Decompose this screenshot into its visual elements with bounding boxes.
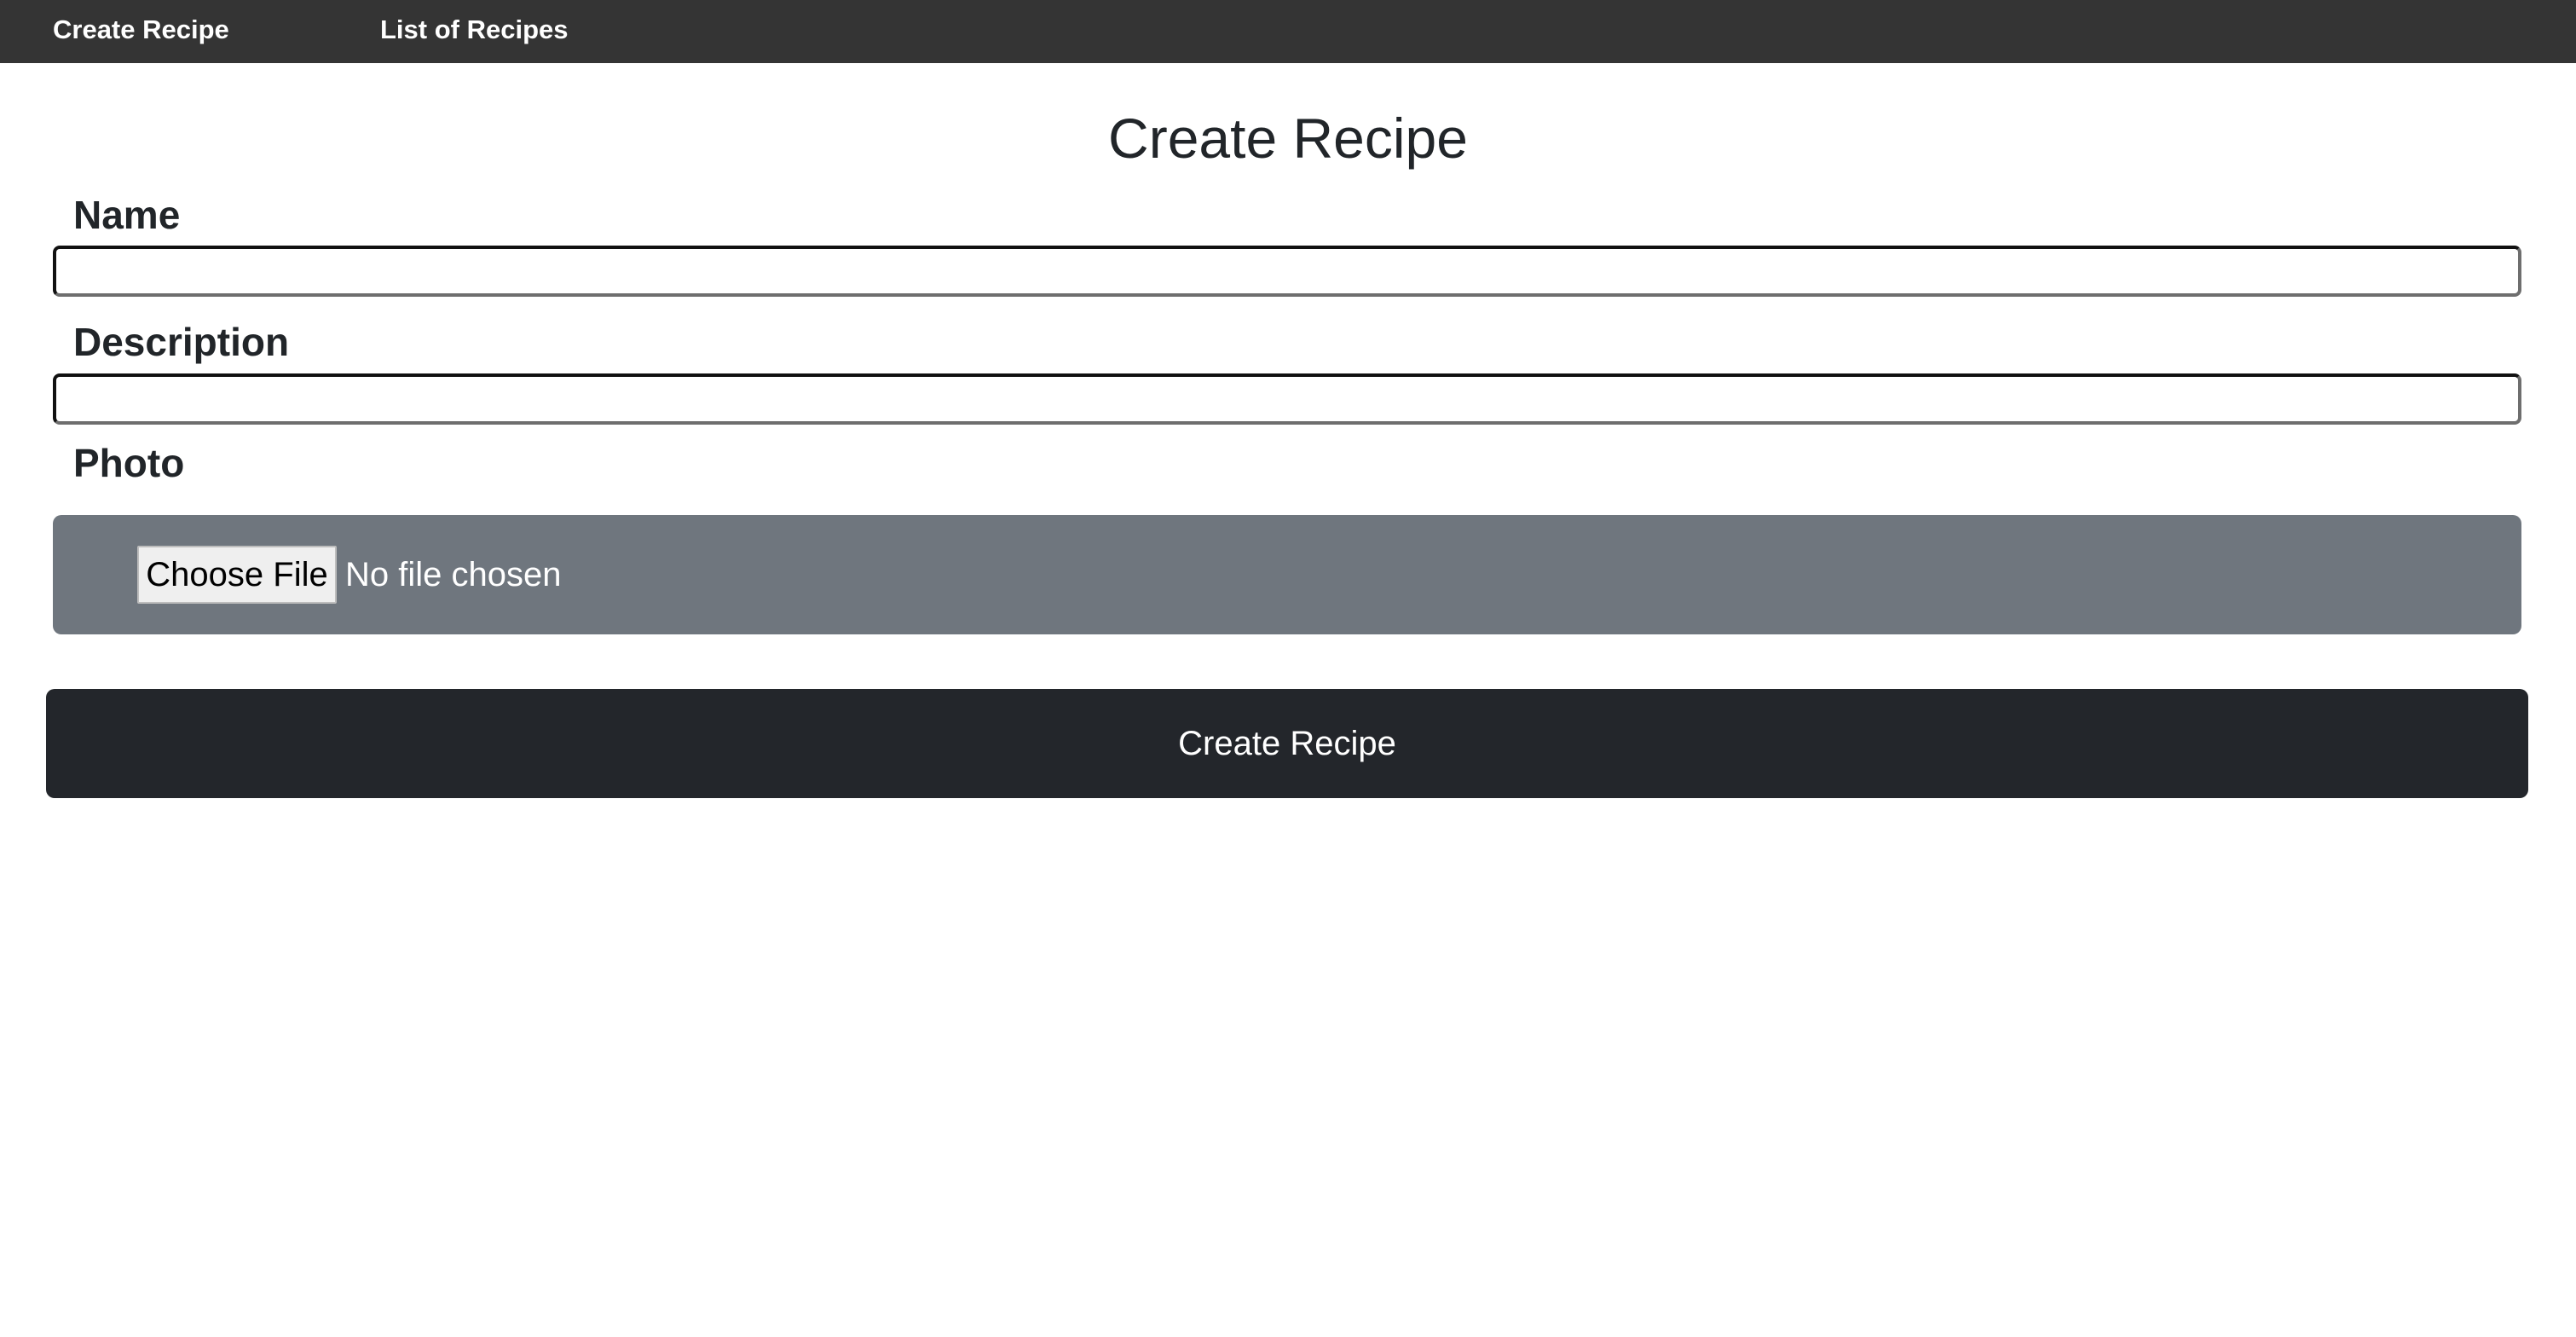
create-recipe-button[interactable]: Create Recipe — [46, 689, 2528, 798]
nav-create-recipe-link[interactable]: Create Recipe — [53, 0, 229, 63]
file-status-text: No file chosen — [345, 556, 562, 593]
photo-label: Photo — [73, 441, 185, 485]
top-navbar: Create Recipe List of Recipes — [0, 0, 2576, 63]
name-label: Name — [73, 193, 181, 237]
description-input[interactable] — [53, 373, 2521, 425]
description-label: Description — [73, 320, 290, 364]
page-title: Create Recipe — [1108, 107, 1468, 170]
photo-file-input: Choose File No file chosen — [53, 515, 2521, 634]
choose-file-button[interactable]: Choose File — [137, 546, 337, 604]
nav-list-of-recipes-link[interactable]: List of Recipes — [380, 0, 569, 63]
name-input[interactable] — [53, 246, 2521, 297]
